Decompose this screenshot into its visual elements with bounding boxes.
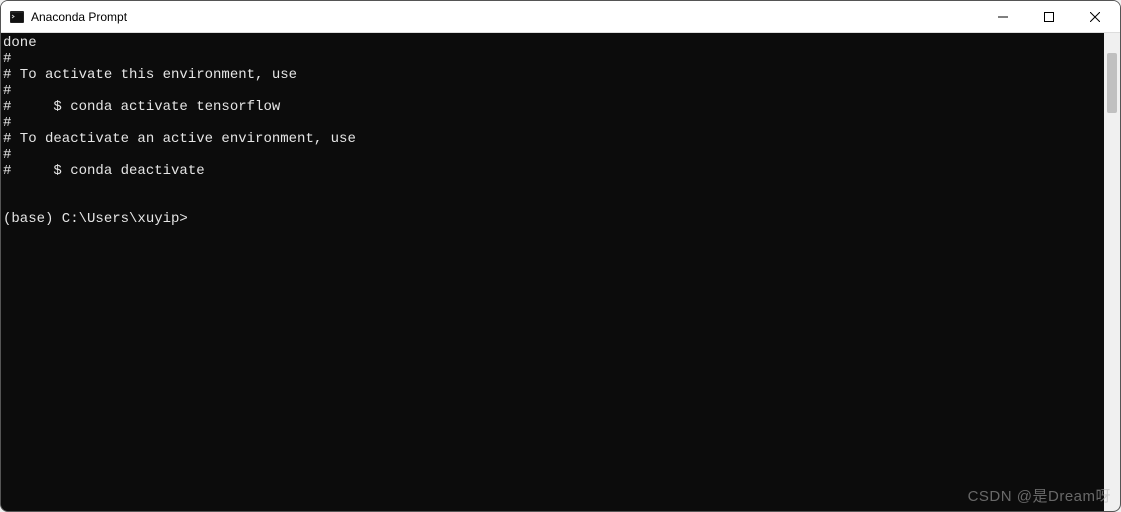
window-controls bbox=[980, 1, 1118, 32]
titlebar[interactable]: Anaconda Prompt bbox=[1, 1, 1120, 33]
app-window: Anaconda Prompt done # # To activate thi… bbox=[0, 0, 1121, 512]
scrollbar-thumb[interactable] bbox=[1107, 53, 1117, 113]
terminal-area: done # # To activate this environment, u… bbox=[1, 33, 1120, 511]
terminal-output[interactable]: done # # To activate this environment, u… bbox=[1, 33, 1104, 511]
app-icon bbox=[9, 9, 25, 25]
maximize-button[interactable] bbox=[1026, 1, 1072, 32]
scrollbar-vertical[interactable] bbox=[1104, 33, 1120, 511]
close-button[interactable] bbox=[1072, 1, 1118, 32]
window-title: Anaconda Prompt bbox=[31, 10, 980, 24]
minimize-button[interactable] bbox=[980, 1, 1026, 32]
